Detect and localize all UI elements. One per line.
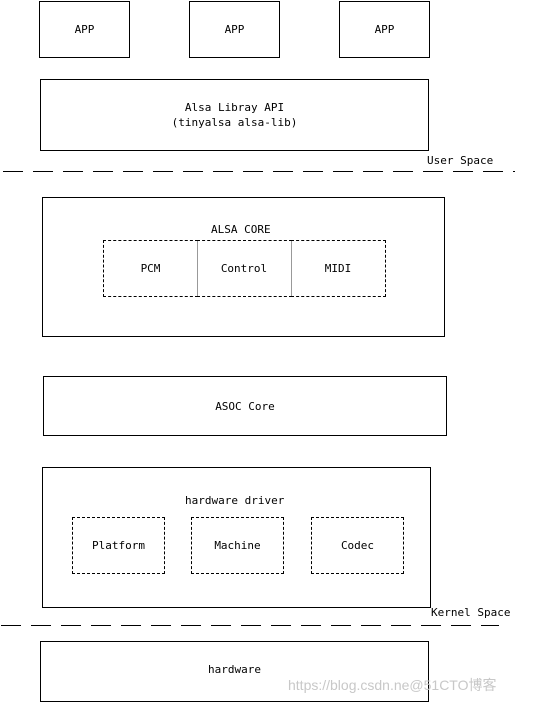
alsa-core-title: ALSA CORE [211,223,271,236]
alsa-core-box: ALSA CORE PCM Control MIDI [42,197,445,337]
machine-module: Machine [191,517,284,574]
machine-label: Machine [214,539,261,552]
watermark: https://blog.csdn.ne@51CTO博客 [288,677,497,693]
platform-module: Platform [72,517,165,574]
hardware-driver-box: hardware driver Platform Machine Codec [42,467,431,608]
asoc-core-label: ASOC Core [215,399,275,413]
kernel-space-separator [1,625,499,626]
midi-module: MIDI [291,240,386,297]
hardware-driver-title: hardware driver [185,494,285,507]
hardware-label: hardware [208,663,261,676]
control-module: Control [197,240,292,297]
control-label: Control [220,262,268,275]
kernel-space-label: Kernel Space [431,606,511,619]
pcm-module: PCM [103,240,198,297]
app-label: APP [74,23,95,36]
alsa-library-subtitle: (tinyalsa alsa-lib) [171,116,298,129]
app-box-2: APP [189,1,280,58]
user-space-separator [3,171,515,172]
platform-label: Platform [92,539,145,552]
app-box-1: APP [39,1,130,58]
codec-label: Codec [340,539,375,552]
alsa-library-title: Alsa Libray API [184,101,285,114]
app-box-3: APP [339,1,430,58]
pcm-label: PCM [140,262,161,275]
app-label: APP [374,23,395,36]
app-label: APP [224,23,245,36]
asoc-core-box: ASOC Core [43,376,447,436]
codec-module: Codec [311,517,404,574]
midi-label: MIDI [324,262,352,275]
alsa-library-box: Alsa Libray API (tinyalsa alsa-lib) [40,79,429,151]
user-space-label: User Space [427,154,494,167]
